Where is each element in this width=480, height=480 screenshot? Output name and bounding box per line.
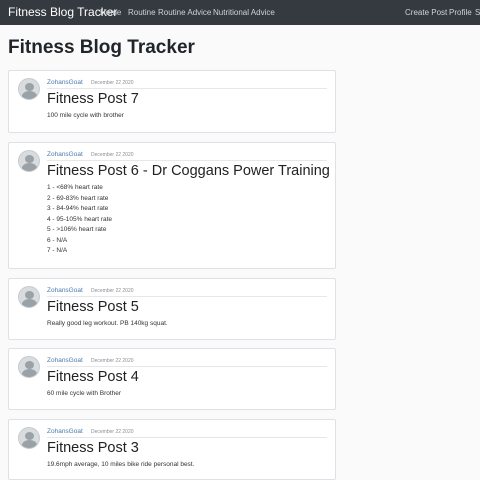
post-title-link[interactable]: Fitness Post 3 (47, 440, 139, 456)
post-author-link[interactable]: ZohansGoat (47, 428, 83, 435)
post-content: 100 mile cycle with brother (47, 112, 124, 119)
post-date: December 22 2020 (91, 429, 134, 435)
author-avatar (18, 356, 40, 378)
post-card: ZohansGoat December 22 2020 Fitness Post… (8, 278, 336, 340)
nav-link-truncated[interactable]: S (475, 8, 480, 17)
nav-link-create-post[interactable]: Create Post (405, 8, 447, 17)
post-card: ZohansGoat December 22 2020 Fitness Post… (8, 70, 336, 133)
zone-line: 5 - >106% heart rate (47, 226, 107, 233)
zone-line: 7 - N/A (47, 247, 68, 254)
post-content: 19.6mph average, 10 miles bike ride pers… (47, 461, 195, 468)
nav-link-nutritional-advice[interactable]: Nutritional Advice (213, 8, 275, 17)
nav-link-profile[interactable]: Profile (449, 8, 472, 17)
nav-link-routine-advice[interactable]: Routine Advice (158, 8, 211, 17)
zone-line: 1 - <68% heart rate (47, 184, 103, 191)
post-date: December 22 2020 (91, 358, 134, 364)
page-title: Fitness Blog Tracker (8, 37, 195, 58)
author-avatar (18, 150, 40, 172)
post-date: December 22 2020 (91, 288, 134, 294)
post-content: 60 mile cycle with Brother (47, 390, 122, 397)
post-author-link[interactable]: ZohansGoat (47, 287, 83, 294)
nav-link-home[interactable]: Home (100, 8, 121, 17)
post-author-link[interactable]: ZohansGoat (47, 151, 83, 158)
post-title-link[interactable]: Fitness Post 4 (47, 369, 139, 385)
post-card: ZohansGoat December 22 2020 Fitness Post… (8, 419, 336, 480)
post-date: December 22 2020 (91, 80, 134, 86)
meta-divider (47, 160, 327, 161)
post-card: ZohansGoat December 22 2020 Fitness Post… (8, 348, 336, 410)
post-title-link[interactable]: Fitness Post 6 - Dr Coggans Power Traini… (47, 163, 330, 179)
zone-line: 4 - 95-105% heart rate (47, 215, 113, 223)
author-avatar (18, 78, 40, 100)
author-avatar (18, 286, 40, 308)
meta-divider (47, 366, 327, 367)
zone-line: 3 - 84-94% heart rate (47, 205, 109, 212)
post-title-link[interactable]: Fitness Post 7 (47, 91, 139, 107)
meta-divider (47, 88, 327, 89)
post-content: Really good leg workout. PB 140kg squat. (47, 320, 168, 327)
nav-link-routine[interactable]: Routine (128, 8, 156, 17)
meta-divider (47, 296, 327, 297)
top-navbar: Fitness Blog Tracker Home Routine Routin… (0, 0, 480, 25)
post-author-link[interactable]: ZohansGoat (47, 79, 83, 86)
author-avatar (18, 427, 40, 449)
meta-divider (47, 437, 327, 438)
zone-line: 2 - 69-83% heart rate (47, 194, 109, 202)
post-card: ZohansGoat December 22 2020 Fitness Post… (8, 142, 336, 269)
post-title-link[interactable]: Fitness Post 5 (47, 299, 139, 315)
post-content: 1 - <68% heart rate 2 - 69-83% heart rat… (47, 183, 112, 257)
zone-line: 6 - N/A (47, 236, 68, 244)
post-author-link[interactable]: ZohansGoat (47, 357, 83, 364)
post-date: December 22 2020 (91, 152, 134, 158)
